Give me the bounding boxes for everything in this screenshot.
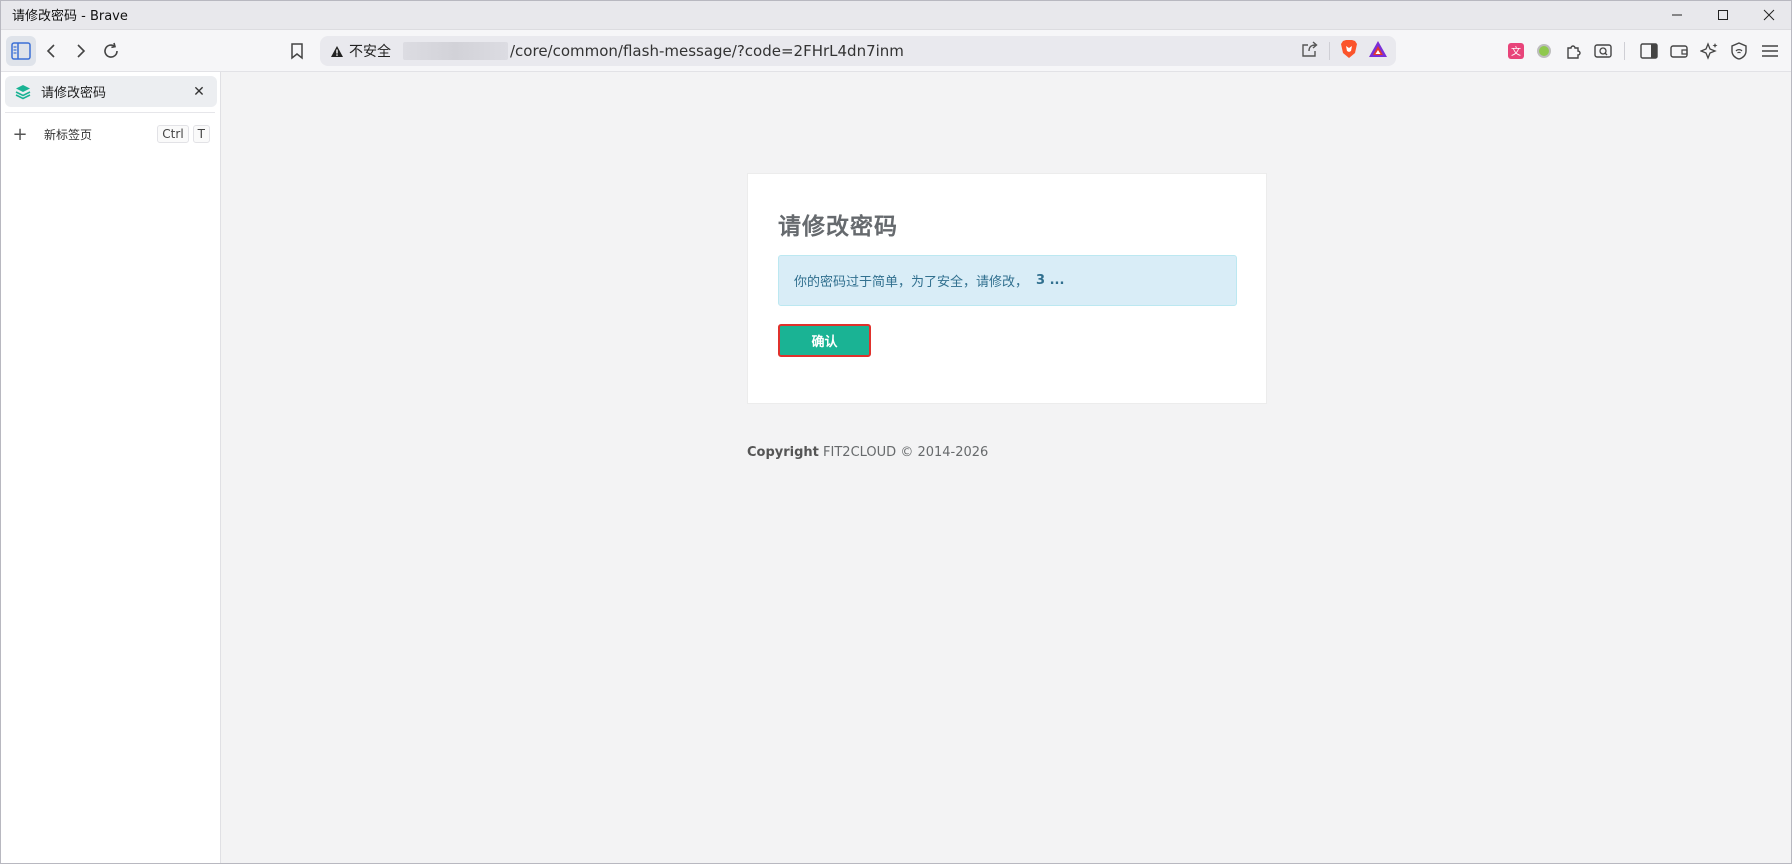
- confirm-button[interactable]: 确认: [778, 324, 871, 357]
- translate-extension-button[interactable]: 文: [1502, 36, 1530, 66]
- brave-rewards-button[interactable]: [1368, 40, 1388, 62]
- close-icon: [1763, 9, 1775, 20]
- menu-icon: [1762, 45, 1778, 57]
- share-button[interactable]: [1301, 41, 1319, 61]
- redacted-host: [403, 42, 508, 60]
- minimize-icon: [1672, 14, 1682, 15]
- forward-icon: [77, 44, 86, 58]
- sidebar-panel-icon: [1640, 43, 1658, 59]
- shortcut-key: T: [192, 125, 210, 143]
- sidebar-divider: [5, 112, 215, 113]
- brave-rewards-icon: [1369, 41, 1387, 57]
- security-label: 不安全: [349, 44, 391, 60]
- tab-item[interactable]: 请修改密码 ✕: [5, 76, 217, 107]
- vpn-button[interactable]: [1726, 36, 1752, 66]
- reload-button[interactable]: [96, 36, 126, 66]
- toolbar-divider: [1624, 42, 1625, 60]
- extensions-icon: [1567, 45, 1581, 59]
- copyright-footer: Copyright FIT2CLOUD © 2014-2026: [747, 445, 988, 460]
- brave-shields-button[interactable]: [1340, 39, 1358, 63]
- screenshot-extension-icon: [1594, 44, 1612, 58]
- page-content: 请修改密码 你的密码过于简单，为了安全，请修改， 3 ... 确认 Copyri…: [222, 72, 1792, 864]
- reload-icon: [104, 42, 118, 58]
- page-title: 请修改密码: [778, 214, 898, 240]
- vertical-tabs-sidebar: 请修改密码 ✕ + 新标签页 Ctrl T: [0, 72, 221, 864]
- brave-shields-icon: [1341, 40, 1357, 58]
- extensions-button[interactable]: [1561, 36, 1587, 66]
- sidebar-panel-button[interactable]: [1636, 36, 1662, 66]
- sidebar-toggle-button[interactable]: [6, 36, 36, 66]
- minimize-button[interactable]: [1654, 0, 1700, 30]
- tab-title: 请修改密码: [41, 86, 107, 101]
- wallet-icon: [1670, 45, 1688, 58]
- translate-extension-icon: 文: [1508, 43, 1524, 59]
- new-tab-label: 新标签页: [44, 127, 93, 142]
- site-favicon-icon: [15, 84, 31, 99]
- info-alert: 你的密码过于简单，为了安全，请修改， 3 ...: [778, 255, 1237, 306]
- menu-button[interactable]: [1756, 36, 1784, 66]
- title-bar: 请修改密码 - Brave: [0, 0, 1792, 30]
- back-icon: [46, 44, 55, 58]
- close-window-button[interactable]: [1746, 0, 1792, 30]
- wallet-button[interactable]: [1666, 36, 1692, 66]
- warning-icon: [331, 45, 343, 57]
- message-card: 请修改密码 你的密码过于简单，为了安全，请修改， 3 ... 确认: [747, 173, 1267, 404]
- green-dot-extension-icon: [1537, 44, 1551, 58]
- browser-toolbar: 不安全 /core/common/flash-message/?code=2FH…: [0, 30, 1792, 72]
- bookmark-button[interactable]: [282, 36, 312, 66]
- window-title: 请修改密码 - Brave: [12, 9, 128, 24]
- sidebar-toggle-icon: [11, 42, 31, 60]
- green-dot-extension-button[interactable]: [1532, 36, 1556, 66]
- copyright-text: FIT2CLOUD © 2014-2026: [823, 445, 989, 460]
- vpn-icon: [1731, 42, 1747, 60]
- alert-message: 你的密码过于简单，为了安全，请修改，: [794, 275, 1029, 290]
- security-indicator[interactable]: 不安全: [330, 41, 391, 61]
- bookmark-icon: [291, 43, 303, 60]
- leo-ai-icon: [1700, 42, 1718, 60]
- back-button[interactable]: [36, 36, 66, 66]
- svg-text:文: 文: [1511, 45, 1521, 58]
- forward-button[interactable]: [66, 36, 96, 66]
- tab-close-button[interactable]: ✕: [189, 82, 209, 102]
- plus-icon: +: [12, 123, 28, 145]
- maximize-icon: [1718, 9, 1728, 20]
- countdown-text: 3 ...: [1036, 273, 1065, 288]
- address-bar[interactable]: 不安全 /core/common/flash-message/?code=2FH…: [320, 36, 1396, 66]
- share-icon: [1302, 41, 1318, 57]
- leo-ai-button[interactable]: [1696, 36, 1722, 66]
- url-path: /core/common/flash-message/?code=2FHrL4d…: [510, 42, 904, 60]
- screenshot-extension-button[interactable]: [1590, 36, 1616, 66]
- new-tab-button[interactable]: + 新标签页 Ctrl T: [10, 123, 210, 145]
- shortcut-ctrl: Ctrl: [157, 125, 189, 143]
- maximize-button[interactable]: [1700, 0, 1746, 30]
- copyright-label: Copyright: [747, 445, 819, 460]
